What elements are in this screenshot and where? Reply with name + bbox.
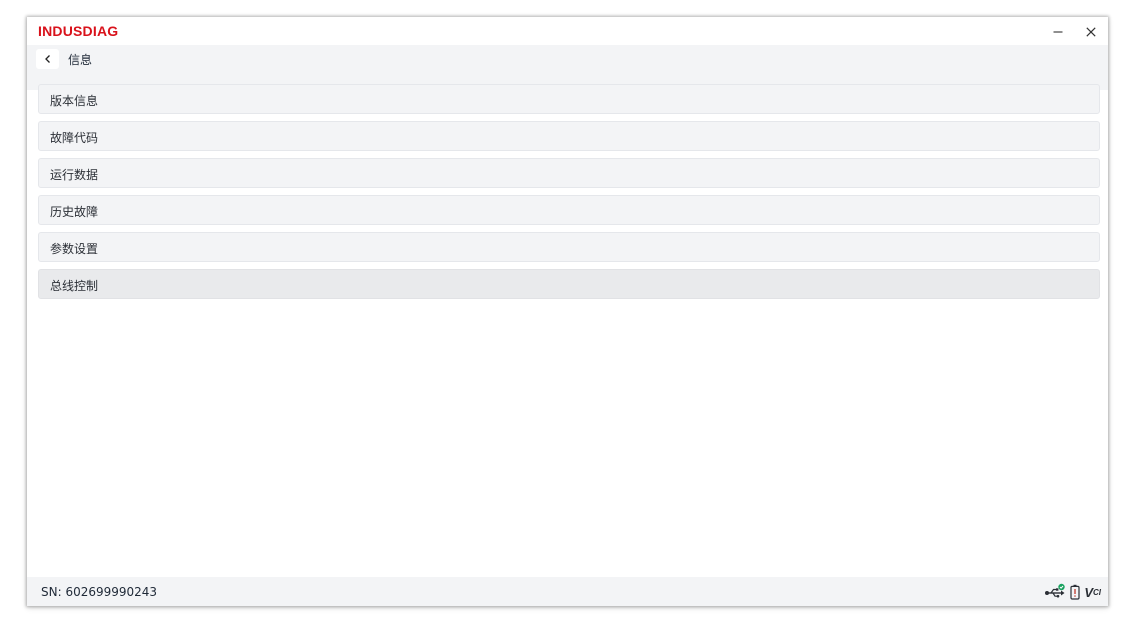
title-bar: INDUSDIAG xyxy=(27,17,1108,45)
menu-item-label: 运行数据 xyxy=(50,168,99,182)
menu-item-bus-control[interactable]: 总线控制 xyxy=(38,269,1100,299)
menu-item-version-info[interactable]: 版本信息 xyxy=(38,84,1100,114)
menu-item-parameter-settings[interactable]: 参数设置 xyxy=(38,232,1100,262)
chevron-left-icon xyxy=(44,55,50,63)
serial-number: SN: 602699990243 xyxy=(41,585,158,599)
menu-item-history-faults[interactable]: 历史故障 xyxy=(38,195,1100,225)
usb-connected-icon xyxy=(1044,583,1066,601)
app-window: INDUSDIAG 信息 版本信息 故障代码 运行数据 历史故障 参数设置 总线… xyxy=(27,17,1108,606)
menu-item-live-data[interactable]: 运行数据 xyxy=(38,158,1100,188)
close-button[interactable] xyxy=(1078,21,1104,43)
menu-item-label: 历史故障 xyxy=(50,205,99,219)
status-bar: SN: 602699990243 V CI xyxy=(27,577,1108,606)
menu-item-label: 总线控制 xyxy=(50,279,99,293)
menu-item-label: 版本信息 xyxy=(50,94,99,108)
battery-icon xyxy=(1070,584,1080,600)
minimize-button[interactable] xyxy=(1045,21,1071,43)
brand-logo: INDUSDIAG xyxy=(38,23,119,39)
menu-item-label: 参数设置 xyxy=(50,242,99,256)
status-icons: V CI xyxy=(1040,582,1101,602)
back-button[interactable] xyxy=(36,49,59,69)
menu-item-label: 故障代码 xyxy=(50,131,99,145)
vci-icon: V CI xyxy=(1084,584,1101,600)
minimize-icon xyxy=(1053,31,1063,33)
menu-item-fault-codes[interactable]: 故障代码 xyxy=(38,121,1100,151)
close-icon xyxy=(1086,27,1096,37)
page-title: 信息 xyxy=(68,53,93,67)
info-menu: 版本信息 故障代码 运行数据 历史故障 参数设置 总线控制 xyxy=(38,84,1100,306)
